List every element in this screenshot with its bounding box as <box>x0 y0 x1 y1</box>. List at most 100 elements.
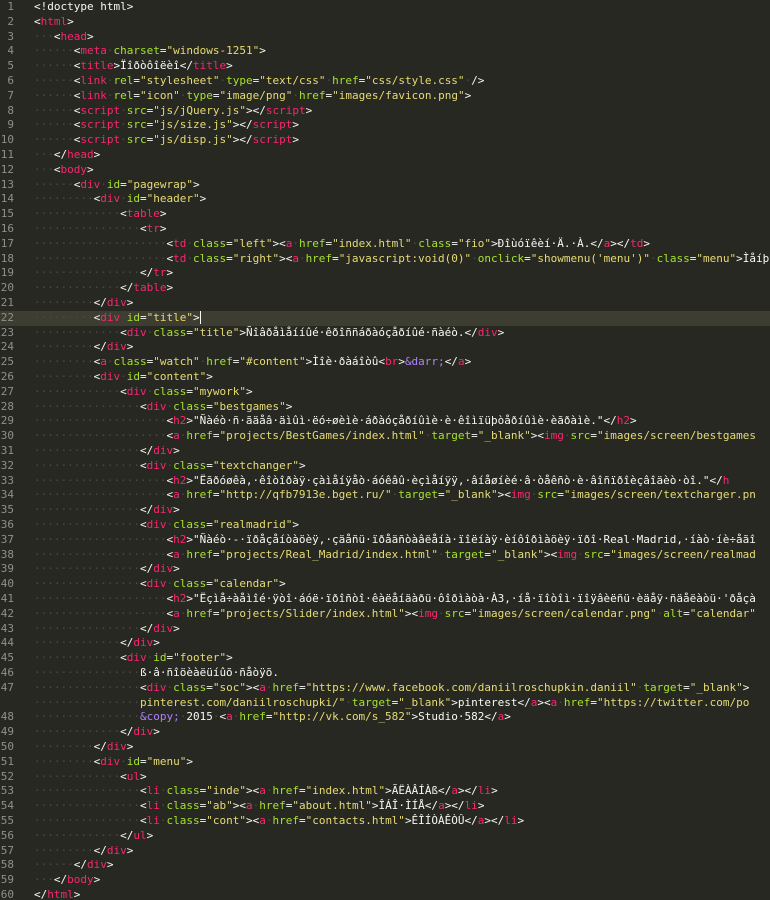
code-line[interactable]: 26 ·········<div·id="content"> <box>0 370 770 385</box>
code-line[interactable]: 22 ·········<div·id="title"> <box>0 310 770 326</box>
code-line[interactable]: 1 <!doctype html> <box>0 0 770 15</box>
code-line[interactable]: 39 ················</div> <box>0 562 770 577</box>
code-line[interactable]: 3 ···<head> <box>0 30 770 45</box>
code-line[interactable]: 35 ················</div> <box>0 503 770 518</box>
code-editor[interactable]: 1 <!doctype html> 2 <html> 3 ···<head> 4 ······… <box>0 0 770 900</box>
code-line[interactable]: 49 ·············</div> <box>0 725 770 740</box>
tag-token: title <box>80 59 114 73</box>
code-line[interactable]: 34 ····················<a·href="http://qf… <box>0 488 770 503</box>
text-token: < <box>120 207 127 221</box>
code-line[interactable]: 38 ····················<a·href="projects/… <box>0 548 770 563</box>
whitespace-marker: · <box>649 251 657 265</box>
code-line[interactable]: 46 ················ß·â·ñîöèàëüíûõ·ñåòÿõ. <box>0 666 770 681</box>
code-line[interactable]: 16 ················<tr> <box>0 222 770 237</box>
code-line[interactable]: 55 ················<li·class="cont"><a·hr… <box>0 814 770 829</box>
code-line[interactable]: 7 ······<link·rel="icon"·type="image/png"… <box>0 89 770 104</box>
line-number: 5 <box>7 59 14 73</box>
code-line[interactable]: 15 ·············<table> <box>0 207 770 222</box>
code-line[interactable]: 18 ····················<td·class="right">… <box>0 252 770 267</box>
code-line[interactable]: 44 ·············</div> <box>0 636 770 651</box>
code-line[interactable]: 47 ················<div·class="soc"><a·hr… <box>0 681 770 696</box>
code-line[interactable]: 4 ······<meta·charset="windows-1251"> <box>0 44 770 59</box>
tag-token: li <box>146 784 160 798</box>
code-line[interactable]: 8 ······<script·src="js/jQuery.js"></scri… <box>0 104 770 119</box>
code-line[interactable]: 13 ······<div·id="pagewrap"> <box>0 178 770 193</box>
code-line[interactable]: 42 ····················<a·href="projects/… <box>0 607 770 622</box>
tag-token: meta <box>80 44 107 58</box>
code-line[interactable]: 2 <html> <box>0 15 770 30</box>
text-token: = <box>590 695 597 709</box>
code-line[interactable]: 27 ·············<div·class="mywork"> <box>0 385 770 400</box>
code-line[interactable]: 29 ····················<h2>"Ñàéò·ñ·ãäåâ·ä… <box>0 414 770 429</box>
indent-guide: ···················· <box>34 547 167 561</box>
code-text: ·········</div> <box>34 740 133 755</box>
attribute-token: type <box>186 88 213 102</box>
code-line[interactable]: 24 ·········</div> <box>0 340 770 355</box>
code-line[interactable]: 31 ················</div> <box>0 444 770 459</box>
text-token: > <box>126 843 134 857</box>
code-line[interactable]: 12 ···<body> <box>0 163 770 178</box>
code-text: <!doctype html> <box>34 0 133 15</box>
tag-token: head <box>60 29 88 43</box>
code-line[interactable]: 51 ·········<div·id="menu"> <box>0 755 770 770</box>
string-token: "https://www.facebook.com/daniilroschupk… <box>305 680 637 694</box>
code-line[interactable]: 9 ······<script·src="js/size.js"></script… <box>0 118 770 133</box>
code-line[interactable]: 17 ····················<td·class="left"><… <box>0 237 770 252</box>
code-line[interactable]: 23 ·············<div·class="title">Ñîâðåì… <box>0 326 770 341</box>
code-line[interactable]: 37 ····················<h2>"Ñàéò·-·ïðåçåí… <box>0 533 770 548</box>
code-line[interactable]: 59 ···</body> <box>0 873 770 888</box>
code-line[interactable]: 14 ·········<div·id="header"> <box>0 192 770 207</box>
code-line[interactable]: 10 ······<script·src="js/disp.js"></scrip… <box>0 133 770 148</box>
code-line[interactable]: 6 ······<link·rel="stylesheet"·type="text… <box>0 74 770 89</box>
text-token: < <box>139 222 147 235</box>
tag-token: table <box>133 281 167 295</box>
code-text: ···················· < a · href = "projects/Be… <box>34 429 756 444</box>
whitespace-marker: · <box>120 310 127 324</box>
code-line[interactable]: ················pinterest.com/daniilrosc… <box>0 696 770 711</box>
tag-token: li <box>477 784 492 798</box>
code-line[interactable]: 43 ················</div> <box>0 622 770 637</box>
code-line[interactable]: 28 ················<div·class="bestgames"… <box>0 400 770 415</box>
code-line[interactable]: 57 ·········</div> <box>0 844 770 859</box>
code-line[interactable]: 30 ···················· < a · href = "projects/… <box>0 429 770 444</box>
code-line[interactable]: 19 ················</tr> <box>0 266 770 281</box>
code-line[interactable]: 54 ················<li·class="ab"><a·href… <box>0 799 770 814</box>
code-line[interactable]: 32 ················<div·class="textchange… <box>0 459 770 474</box>
code-line[interactable]: 25 ·········<a·class="watch"·href="#conte… <box>0 355 770 370</box>
code-line[interactable]: 36 ················<div·class="realmadrid… <box>0 518 770 533</box>
code-line[interactable]: 21 ·········</div> <box>0 296 770 311</box>
code-line[interactable]: 52 ·············<ul> <box>0 770 770 785</box>
code-line[interactable]: 50 ·········</div> <box>0 740 770 755</box>
string-token: "calendar" <box>689 606 756 620</box>
code-text: ······</div> <box>34 858 114 873</box>
code-line[interactable]: 40 ················<div·class="calendar"> <box>0 577 770 592</box>
text-token: = <box>226 236 233 250</box>
text-token: = <box>133 88 140 102</box>
text-token: > <box>491 784 498 798</box>
string-token: "ab" <box>206 799 233 813</box>
code-line[interactable]: 48 ················&copy;·2015·<a·href="h… <box>0 710 770 725</box>
code-line[interactable]: 5 ······<title>Ïîðòôîëèî</title> <box>0 59 770 74</box>
string-token: "realmadrid" <box>212 518 293 531</box>
indent-guide: ················ <box>34 399 140 413</box>
code-line[interactable]: 60 </html> <box>0 888 770 900</box>
code-line[interactable]: 41 ····················<h2>"Ëçìå÷àåìîé·ÿò… <box>0 592 770 607</box>
text-token: </ <box>53 148 68 161</box>
text-token: = <box>298 680 306 694</box>
attribute-token: target <box>398 488 439 502</box>
code-line[interactable]: 58 ······</div> <box>0 858 770 873</box>
code-text: ·········<div·id="title"> <box>34 311 201 326</box>
code-line[interactable]: 45 ·············<div·id="footer"> <box>0 651 770 666</box>
indent-guide: ······ <box>34 59 74 73</box>
code-line[interactable]: 11 ···</head> <box>0 148 770 163</box>
code-line[interactable]: 20 ·············</table> <box>0 281 770 296</box>
code-line[interactable]: 53 ················<li·class="inde"><a·hr… <box>0 784 770 799</box>
text-token: > <box>245 384 253 398</box>
code-line[interactable]: 56 ·············</ul> <box>0 829 770 844</box>
text-token: > <box>166 266 174 280</box>
code-line[interactable]: 33 ····················<h2>"Ëãðóøêà,·êîòî… <box>0 474 770 489</box>
string-token: "projects/Slider/index.html" <box>219 606 405 620</box>
text-token: > <box>504 710 511 724</box>
indent-guide: ··· <box>34 148 54 161</box>
text-token: >ÃËÀÂÍÀß</ <box>385 784 452 798</box>
